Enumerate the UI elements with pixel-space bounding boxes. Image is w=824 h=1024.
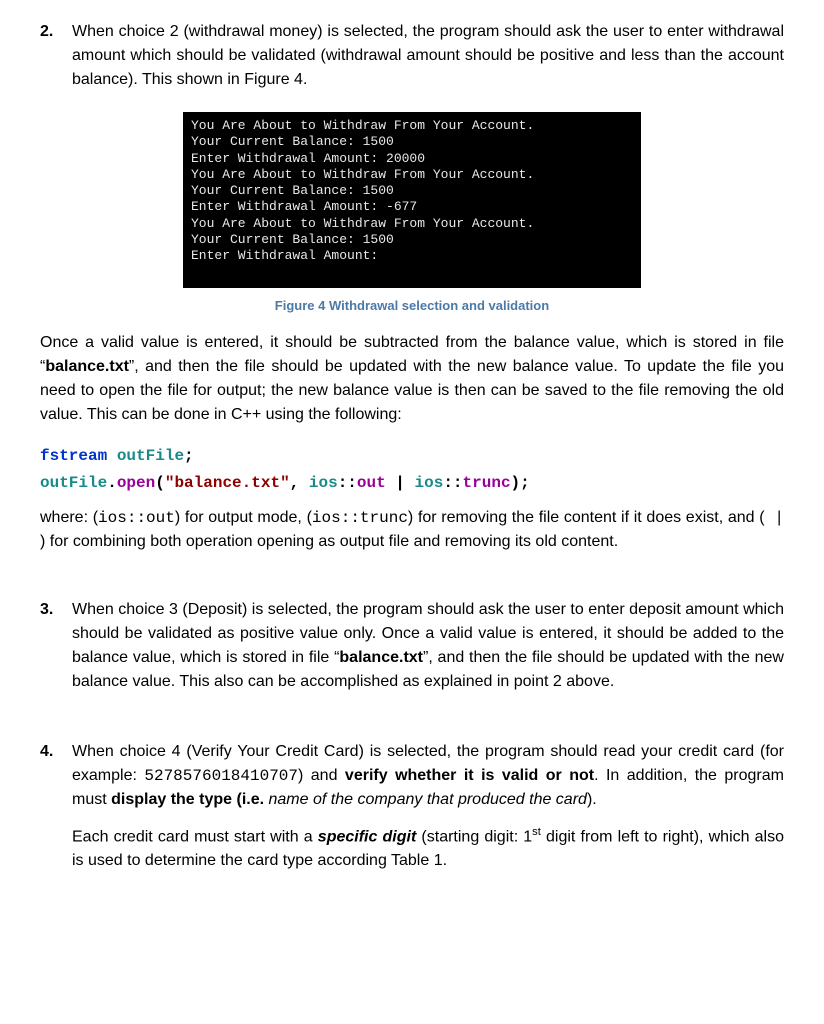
terminal-output: You Are About to Withdraw From Your Acco…: [183, 112, 641, 288]
terminal-line: Enter Withdrawal Amount: 20000: [191, 151, 425, 166]
code-inline: ios::trunc: [312, 509, 408, 527]
terminal-line: You Are About to Withdraw From Your Acco…: [191, 167, 534, 182]
terminal-line: You Are About to Withdraw From Your Acco…: [191, 216, 534, 231]
code-inline: ios::out: [98, 509, 175, 527]
identifier: outFile: [40, 474, 107, 492]
operator: |: [386, 474, 415, 492]
document-page: 2. When choice 2 (withdrawal money) is s…: [0, 0, 824, 1024]
code-line-2: outFile.open("balance.txt", ios::out | i…: [40, 472, 784, 494]
text: ”, and then the file should be updated w…: [40, 358, 784, 423]
list-number: 2.: [40, 20, 72, 92]
namespace: ios: [415, 474, 444, 492]
figure-caption: Figure 4 Withdrawal selection and valida…: [40, 298, 784, 313]
text: Each credit card must start with a: [72, 828, 318, 845]
terminal-line: Your Current Balance: 1500: [191, 183, 394, 198]
flag: out: [357, 474, 386, 492]
list-body: Each credit card must start with a speci…: [72, 824, 784, 873]
spacer: [40, 572, 784, 598]
code-inline: |: [765, 509, 784, 527]
emphasis: display the type (i.e.: [111, 791, 264, 808]
emphasis-italic: name of the company that produced the ca…: [264, 791, 587, 808]
paragraph-where: where: (ios::out) for output mode, (ios:…: [40, 506, 784, 554]
text: (starting digit: 1: [416, 828, 532, 845]
list-number: 4.: [40, 740, 72, 812]
text: ) for removing the file content if it do…: [408, 509, 765, 526]
emphasis: verify whether it is valid or not: [345, 767, 594, 784]
namespace: ios: [309, 474, 338, 492]
list-number-blank: [40, 824, 72, 873]
identifier: outFile: [117, 447, 184, 465]
superscript: st: [532, 826, 541, 838]
list-number: 3.: [40, 598, 72, 694]
list-body: When choice 4 (Verify Your Credit Card) …: [72, 740, 784, 812]
text: ) and: [298, 767, 345, 784]
scope: ::: [338, 474, 357, 492]
terminal-line: Enter Withdrawal Amount: -677: [191, 199, 417, 214]
punct: ,: [290, 474, 309, 492]
punct: ;: [184, 447, 194, 465]
credit-card-number: 5278576018410707: [144, 767, 298, 785]
filename-bold: balance.txt: [339, 649, 423, 666]
keyword: fstream: [40, 447, 107, 465]
emphasis-bi: specific digit: [318, 828, 416, 845]
terminal-wrapper: You Are About to Withdraw From Your Acco…: [40, 112, 784, 288]
flag: trunc: [463, 474, 511, 492]
punct: );: [511, 474, 530, 492]
list-body: When choice 3 (Deposit) is selected, the…: [72, 598, 784, 694]
terminal-line: Your Current Balance: 1500: [191, 134, 394, 149]
terminal-line: Enter Withdrawal Amount:: [191, 248, 378, 263]
paragraph-once-valid: Once a valid value is entered, it should…: [40, 331, 784, 427]
text: ) for combining both operation opening a…: [40, 533, 618, 550]
list-body: When choice 2 (withdrawal money) is sele…: [72, 20, 784, 92]
code-line-1: fstream outFile;: [40, 445, 784, 467]
terminal-line: You Are About to Withdraw From Your Acco…: [191, 118, 534, 133]
punct: (: [155, 474, 165, 492]
list-item-4: 4. When choice 4 (Verify Your Credit Car…: [40, 740, 784, 812]
text: ) for output mode, (: [175, 509, 312, 526]
scope: ::: [443, 474, 462, 492]
terminal-line: Your Current Balance: 1500: [191, 232, 394, 247]
method: open: [117, 474, 155, 492]
spacer: [40, 714, 784, 740]
string: "balance.txt": [165, 474, 290, 492]
list-item-3: 3. When choice 3 (Deposit) is selected, …: [40, 598, 784, 694]
punct: .: [107, 474, 117, 492]
list-item-4-p2: Each credit card must start with a speci…: [40, 824, 784, 873]
list-item-2: 2. When choice 2 (withdrawal money) is s…: [40, 20, 784, 92]
text: ).: [587, 791, 597, 808]
space: [107, 447, 117, 465]
text: where: (: [40, 509, 98, 526]
filename-bold: balance.txt: [45, 358, 129, 375]
